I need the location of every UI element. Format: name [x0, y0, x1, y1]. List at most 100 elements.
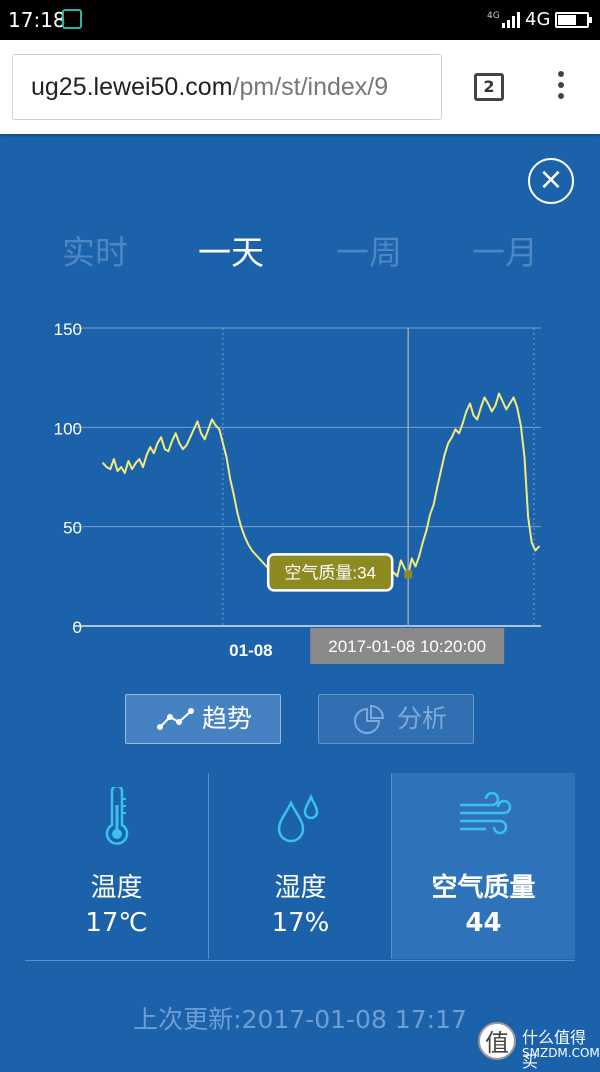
data-point — [498, 392, 500, 395]
humidity-value: 17% — [271, 908, 330, 938]
data-point — [222, 442, 224, 445]
data-point — [465, 410, 468, 413]
data-point — [410, 557, 413, 560]
watermark-domain: SMZDM.COM — [522, 1046, 600, 1060]
network-label: 4G — [525, 9, 551, 30]
data-point — [538, 545, 540, 548]
battery-icon — [555, 12, 592, 28]
data-point — [167, 450, 170, 453]
data-point — [487, 402, 490, 405]
data-point — [469, 402, 471, 405]
y-tick-label: 100 — [54, 419, 82, 438]
data-point — [432, 503, 435, 506]
data-point — [152, 452, 155, 455]
tab-day[interactable]: 一天 — [198, 226, 264, 274]
overflow-menu-icon[interactable] — [555, 71, 567, 105]
data-point — [421, 541, 424, 544]
data-point — [429, 513, 431, 516]
status-bar: 17:18 4G 4G — [0, 0, 600, 40]
data-point — [512, 396, 515, 399]
last-updated-time: 2017-01-08 17:17 — [241, 1005, 467, 1034]
data-point — [105, 466, 108, 468]
data-point — [127, 460, 130, 463]
y-tick-label: 150 — [54, 320, 82, 339]
data-point — [251, 549, 253, 552]
analysis-button[interactable]: 分析 — [318, 694, 474, 744]
data-point — [145, 454, 148, 457]
data-point — [163, 448, 166, 451]
tab-month[interactable]: 一月 — [472, 226, 538, 274]
last-updated-label: 上次更新: — [133, 1005, 242, 1034]
data-point — [116, 470, 119, 472]
air-quality-label: 空气质量 — [431, 873, 536, 903]
data-point — [120, 466, 123, 468]
data-point — [214, 424, 217, 427]
data-point — [218, 428, 221, 431]
url-bar[interactable]: ug25.lewei50.com/pm/st/index/9 — [12, 54, 442, 120]
data-point — [160, 436, 163, 439]
y-tick-label: 0 — [73, 618, 82, 637]
crosshair-marker — [404, 570, 413, 579]
data-point — [138, 458, 141, 461]
temperature-value: 17℃ — [85, 908, 148, 938]
data-point — [189, 436, 192, 439]
data-point — [243, 535, 246, 538]
data-point — [501, 400, 504, 403]
data-point — [185, 444, 188, 447]
trend-button-label: 趋势 — [202, 704, 253, 733]
data-point — [182, 448, 184, 451]
humidity-label: 湿度 — [274, 873, 327, 903]
data-point — [436, 486, 439, 488]
trend-button[interactable]: 趋势 — [125, 694, 281, 744]
data-point — [261, 561, 264, 564]
data-point — [403, 567, 406, 570]
data-point — [494, 404, 497, 407]
smzdm-watermark: 值 什么值得买 SMZDM.COM — [478, 1022, 600, 1071]
data-point — [232, 493, 235, 496]
data-point — [171, 440, 173, 443]
data-point — [523, 456, 526, 459]
data-point — [254, 553, 257, 556]
tab-week[interactable]: 一周 — [336, 226, 402, 274]
tab-switcher-button[interactable]: 2 — [474, 73, 504, 101]
data-point — [425, 529, 428, 532]
data-point — [236, 511, 239, 514]
data-point — [229, 478, 232, 480]
data-point — [527, 515, 529, 518]
data-point — [519, 424, 522, 427]
data-point — [454, 428, 457, 431]
data-point — [483, 396, 486, 399]
data-point — [178, 442, 181, 445]
data-point — [258, 557, 261, 560]
analysis-button-label: 分析 — [397, 704, 448, 733]
data-point — [240, 525, 242, 528]
tooltip-text: 空气质量:34 — [284, 563, 376, 582]
cards-bottom-divider — [25, 960, 575, 961]
data-point — [472, 414, 475, 417]
close-icon[interactable]: × — [528, 158, 574, 204]
air-quality-card[interactable]: 空气质量 44 — [392, 773, 575, 959]
data-point — [400, 559, 402, 562]
tab-realtime[interactable]: 实时 — [62, 226, 128, 274]
data-point — [123, 472, 126, 474]
x-tick-label: 01-08 — [229, 641, 272, 660]
temperature-card[interactable]: 温度 17℃ — [25, 773, 208, 959]
data-point — [447, 442, 450, 445]
data-point — [192, 428, 195, 431]
data-point — [534, 549, 537, 552]
url-path: /pm/st/index/9 — [232, 73, 389, 101]
air-quality-chart[interactable]: 0 50 100 150 01-08 空气质量:34 2017-01-08 10:20:00 — [0, 300, 600, 670]
data-point — [174, 432, 177, 435]
data-point — [450, 436, 453, 439]
notification-icon — [62, 9, 82, 29]
smzdm-logo: 值 — [478, 1022, 516, 1060]
humidity-card[interactable]: 湿度 17% — [209, 773, 392, 959]
data-point — [247, 543, 250, 546]
status-time: 17:18 — [8, 8, 66, 32]
data-point — [131, 468, 133, 470]
data-point — [414, 565, 417, 568]
data-point — [156, 442, 159, 445]
network-small-label: 4G — [487, 11, 500, 21]
crosshair-time-label: 2017-01-08 10:20:00 — [328, 637, 486, 656]
data-point — [211, 418, 213, 421]
